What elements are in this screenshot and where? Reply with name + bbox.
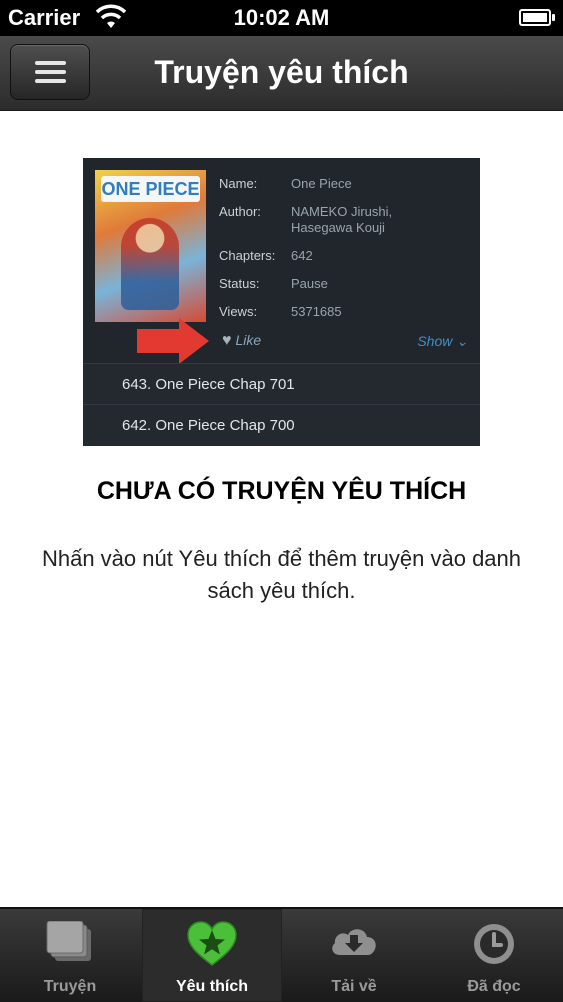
page-title: Truyện yêu thích: [154, 54, 409, 90]
tab-tai-ve[interactable]: Tải về: [284, 909, 424, 1002]
empty-state-title: CHƯA CÓ TRUYỆN YÊU THÍCH: [96, 477, 467, 505]
clock-time: 10:02 AM: [233, 5, 330, 30]
manga-cover-image: ONE PIECE: [95, 170, 206, 322]
tab-da-doc[interactable]: Đã đọc: [424, 909, 563, 1002]
red-arrow-icon: [137, 329, 181, 353]
cover-character: [121, 218, 179, 310]
tab-label: Tải về: [331, 978, 377, 995]
tab-label: Đã đọc: [467, 978, 521, 995]
help-illustration: ONE PIECE Name: One Piece Author: NAMEKO…: [83, 158, 480, 446]
tab-label: Truyện: [43, 978, 97, 995]
cover-logo: ONE PIECE: [101, 176, 200, 202]
chapter-row: 643. One Piece Chap 701: [83, 363, 480, 405]
navigation-bar: Truyện yêu thích: [0, 36, 563, 111]
tab-bar: Truyện Yêu thích Tải về Đã đọc: [0, 907, 563, 1002]
like-button-sample: ♥ Like: [222, 332, 262, 349]
cloud-download-icon: [332, 929, 376, 955]
star-heart-icon: [187, 921, 237, 966]
tab-yeu-thich[interactable]: Yêu thích: [142, 909, 282, 1002]
empty-state-description: Nhấn vào nút Yêu thích để thêm truyện và…: [41, 546, 522, 603]
tab-label: Yêu thích: [175, 978, 248, 995]
status-bar: Carrier 10:02 AM: [0, 0, 563, 36]
chapter-row: 642. One Piece Chap 700: [83, 405, 480, 446]
heart-icon: ♥: [222, 332, 232, 349]
clock-icon: [474, 924, 514, 964]
tab-truyen[interactable]: Truyện: [0, 909, 140, 1002]
show-toggle-sample: Show ⌄: [417, 333, 468, 349]
chevron-down-icon: ⌄: [456, 333, 468, 349]
book-stack-icon: [46, 921, 91, 961]
battery-icon: [519, 9, 555, 26]
